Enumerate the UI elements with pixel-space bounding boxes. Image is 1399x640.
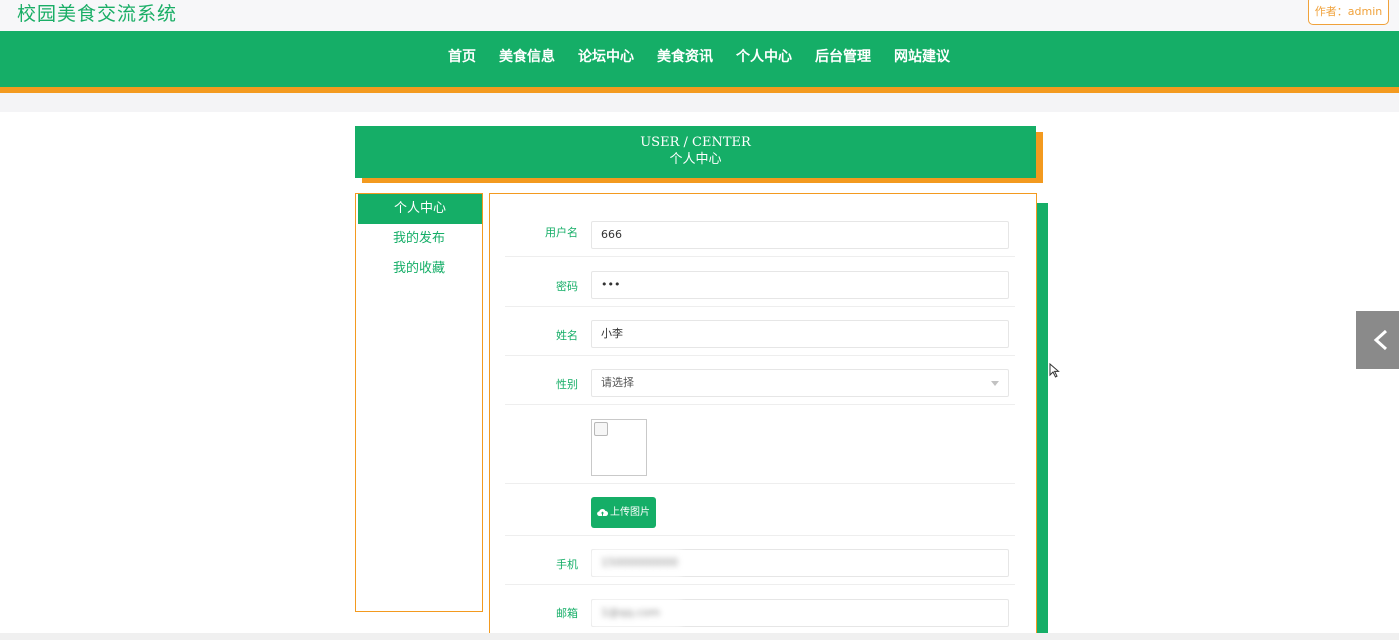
email-label: 邮箱 — [556, 607, 578, 620]
form-row-password: 密码 ••• — [505, 257, 1015, 307]
form-row-email: 邮箱 1@qq.com — [505, 585, 1015, 634]
password-input[interactable]: ••• — [591, 271, 1009, 299]
avatar-preview — [591, 419, 647, 476]
username-label: 用户名 — [545, 226, 578, 239]
nav-item-food-news[interactable]: 美食资讯 — [657, 47, 713, 67]
name-input[interactable]: 小李 — [591, 320, 1009, 348]
nav-item-suggestions[interactable]: 网站建议 — [894, 47, 950, 67]
phone-input[interactable]: 15000000000 — [591, 549, 1009, 577]
gender-label: 性别 — [556, 378, 578, 391]
upload-button-label: 上传图片 — [610, 507, 650, 518]
password-label: 密码 — [556, 280, 578, 293]
cloud-upload-icon — [597, 508, 609, 517]
upload-image-button[interactable]: 上传图片 — [591, 497, 656, 528]
phone-value: 15000000000 — [592, 550, 682, 576]
form-row-username: 用户名 666 — [505, 216, 1015, 257]
top-bar: 校园美食交流系统 作者：admin — [0, 0, 1399, 31]
chevron-down-icon — [991, 381, 999, 386]
form-row-gender: 性别 请选择 — [505, 356, 1015, 405]
nav-menu: 首页 美食信息 论坛中心 美食资讯 个人中心 后台管理 网站建议 — [448, 47, 973, 67]
phone-label: 手机 — [556, 558, 578, 571]
sidebar: 个人中心 我的发布 我的收藏 — [355, 193, 483, 612]
broken-image-icon — [594, 422, 608, 436]
form-row-avatar — [505, 405, 1015, 484]
page-banner: USER / CENTER 个人中心 — [355, 126, 1036, 178]
form-row-upload — [505, 484, 1015, 536]
site-title: 校园美食交流系统 — [17, 3, 178, 25]
gender-select[interactable]: 请选择 — [591, 369, 1009, 397]
email-input[interactable]: 1@qq.com — [591, 599, 1009, 627]
banner-cn-title: 个人中心 — [669, 152, 722, 167]
name-label: 姓名 — [556, 329, 578, 342]
profile-form-panel: 用户名 666 密码 ••• 姓名 小李 性别 请选择 上传图片 手机 1500… — [489, 193, 1037, 633]
back-tab-button[interactable] — [1356, 311, 1399, 369]
nav-item-forum[interactable]: 论坛中心 — [578, 47, 634, 67]
mouse-cursor-icon — [1049, 363, 1060, 378]
sidebar-item-personal-center[interactable]: 个人中心 — [358, 194, 482, 224]
sub-band — [0, 93, 1399, 112]
author-badge[interactable]: 作者：admin — [1308, 0, 1389, 25]
nav-item-personal-center[interactable]: 个人中心 — [736, 47, 792, 67]
email-value: 1@qq.com — [592, 600, 682, 626]
nav-item-home[interactable]: 首页 — [448, 47, 476, 67]
form-row-phone: 手机 15000000000 — [505, 536, 1015, 585]
nav-item-food-info[interactable]: 美食信息 — [499, 47, 555, 67]
sidebar-item-my-favorites[interactable]: 我的收藏 — [356, 254, 482, 284]
nav-item-admin[interactable]: 后台管理 — [815, 47, 871, 67]
main-panel-shadow — [1036, 203, 1048, 633]
gender-select-value: 请选择 — [601, 376, 634, 389]
sidebar-item-my-posts[interactable]: 我的发布 — [356, 224, 482, 254]
banner-en-title: USER / CENTER — [640, 135, 751, 150]
username-input[interactable]: 666 — [591, 221, 1009, 249]
form-row-name: 姓名 小李 — [505, 307, 1015, 356]
chevron-left-icon — [1373, 329, 1388, 351]
